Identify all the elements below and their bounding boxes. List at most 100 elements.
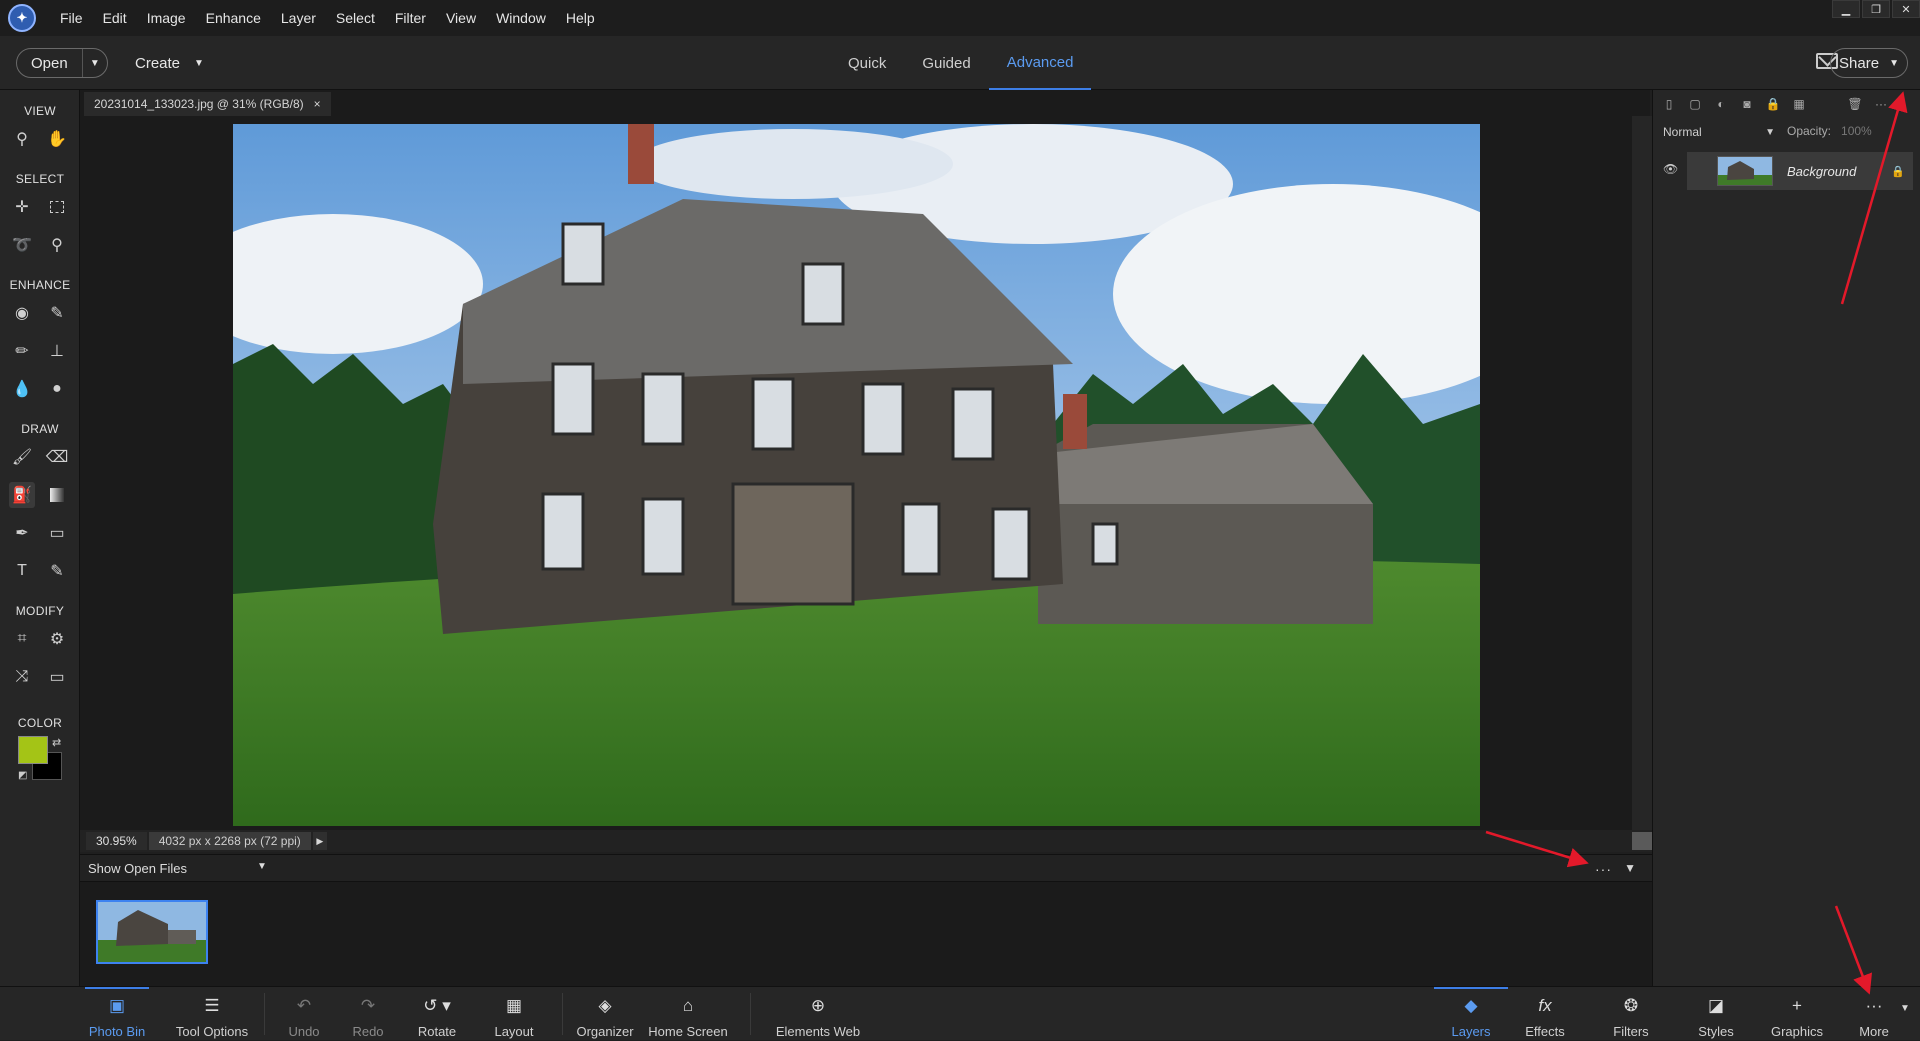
move-tool-icon[interactable]: ✛ — [9, 194, 35, 220]
shape-tool-icon[interactable]: ▭ — [44, 520, 70, 546]
graphics-button[interactable]: + Graphics — [1764, 987, 1830, 1041]
document-tab[interactable]: 20231014_133023.jpg @ 31% (RGB/8) × — [84, 92, 331, 116]
organizer-button[interactable]: ◈ Organizer — [572, 987, 638, 1041]
menu-enhance[interactable]: Enhance — [196, 10, 271, 26]
zoom-level[interactable]: 30.95% — [86, 832, 147, 850]
restore-button[interactable]: ❐ — [1862, 0, 1890, 18]
content-aware-move-tool-icon[interactable]: ⤨ — [9, 664, 35, 690]
tab-quick[interactable]: Quick — [830, 36, 904, 90]
create-label[interactable]: Create — [135, 55, 180, 72]
zoom-tool-icon[interactable]: ⚲ — [9, 126, 35, 152]
new-group-icon[interactable]: ▢ — [1687, 96, 1703, 112]
foreground-color-swatch[interactable] — [18, 736, 48, 764]
share-button[interactable]: Share ▼ — [1830, 48, 1908, 78]
chevron-down-icon[interactable]: ▼ — [1765, 127, 1775, 138]
share-label[interactable]: Share — [1839, 55, 1879, 72]
vertical-scrollbar[interactable] — [1632, 116, 1652, 830]
lock-icon[interactable]: 🔒 — [1891, 165, 1905, 178]
dodge-tool-icon[interactable]: ● — [44, 376, 70, 402]
default-colors-icon[interactable]: ◩ — [18, 770, 27, 781]
opacity-control[interactable]: Opacity: 100% — [1787, 124, 1872, 138]
smart-brush-tool-icon[interactable]: ✏ — [9, 338, 35, 364]
more-options-icon[interactable]: ··· — [1873, 96, 1889, 112]
menu-edit[interactable]: Edit — [93, 10, 137, 26]
show-open-files-label[interactable]: Show Open Files — [88, 861, 187, 876]
blur-tool-icon[interactable]: 💧 — [9, 376, 35, 402]
layers-label: Layers — [1451, 1024, 1491, 1039]
layer-mask-icon[interactable]: ◙ — [1739, 96, 1755, 112]
type-tool-icon[interactable]: T — [9, 558, 35, 584]
hand-tool-icon[interactable]: ✋ — [44, 126, 70, 152]
menu-image[interactable]: Image — [137, 10, 196, 26]
home-screen-button[interactable]: ⌂ Home Screen — [648, 987, 728, 1041]
straighten-tool-icon[interactable]: ▭ — [44, 664, 70, 690]
new-layer-icon[interactable]: ▯ — [1661, 96, 1677, 112]
blend-mode-value[interactable]: Normal — [1663, 125, 1702, 139]
chevron-down-icon[interactable]: ▼ — [194, 58, 204, 69]
elements-web-button[interactable]: ⊕ Elements Web — [772, 987, 864, 1041]
spot-healing-tool-icon[interactable]: ✎ — [44, 300, 70, 326]
effects-button[interactable]: fx Effects — [1518, 987, 1572, 1041]
lock-transparency-icon[interactable]: ▦ — [1791, 96, 1807, 112]
undo-button[interactable]: ↶ Undo — [282, 987, 326, 1041]
rotate-button[interactable]: ↺ ▾ Rotate — [412, 987, 462, 1041]
organizer-icon: ◈ — [598, 996, 612, 1015]
close-window-button[interactable]: ✕ — [1892, 0, 1920, 18]
menu-window[interactable]: Window — [486, 10, 556, 26]
red-eye-tool-icon[interactable]: ◉ — [9, 300, 35, 326]
chevron-down-icon[interactable]: ▼ — [1624, 861, 1636, 875]
chevron-right-icon[interactable]: ▶ — [312, 832, 327, 850]
menu-select[interactable]: Select — [326, 10, 385, 26]
redo-button[interactable]: ↷ Redo — [346, 987, 390, 1041]
layout-button[interactable]: ▦ Layout — [488, 987, 540, 1041]
layer-row[interactable]: Background 🔒 — [1687, 152, 1913, 190]
clone-stamp-tool-icon[interactable]: ⊥ — [44, 338, 70, 364]
menu-layer[interactable]: Layer — [271, 10, 326, 26]
close-icon[interactable]: × — [314, 97, 321, 111]
blend-mode-select[interactable]: Normal ▼ — [1663, 122, 1775, 142]
chevron-down-icon[interactable]: ▼ — [1889, 58, 1899, 69]
minimize-button[interactable]: ▁ — [1832, 0, 1860, 18]
open-button[interactable]: Open ▼ — [16, 48, 108, 78]
lock-all-icon[interactable]: 🔒 — [1765, 96, 1781, 112]
tab-advanced[interactable]: Advanced — [988, 36, 1092, 90]
chevron-down-icon[interactable]: ▼ — [257, 861, 267, 876]
delete-layer-icon[interactable]: 🗑 — [1847, 96, 1863, 112]
tab-guided[interactable]: Guided — [904, 36, 988, 90]
menu-view[interactable]: View — [436, 10, 486, 26]
eraser-tool-icon[interactable]: ⌫ — [44, 444, 70, 470]
create-button[interactable]: Create ▼ — [135, 48, 204, 78]
layers-button[interactable]: ◆ Layers — [1434, 987, 1508, 1041]
styles-button[interactable]: ◪ Styles — [1688, 987, 1744, 1041]
recompose-tool-icon[interactable]: ⚙ — [44, 626, 70, 652]
layer-name[interactable]: Background — [1787, 164, 1856, 179]
menu-help[interactable]: Help — [556, 10, 605, 26]
gradient-tool-icon[interactable] — [44, 482, 70, 508]
lasso-tool-icon[interactable]: ➰ — [9, 232, 35, 258]
pencil-tool-icon[interactable]: ✎ — [44, 558, 70, 584]
visibility-eye-icon[interactable]: 👁 — [1663, 162, 1678, 176]
adjustment-layer-icon[interactable]: ◐ — [1713, 96, 1729, 112]
menu-file[interactable]: File — [50, 10, 93, 26]
swap-colors-icon[interactable]: ⇄ — [52, 736, 61, 749]
menu-filter[interactable]: Filter — [385, 10, 436, 26]
paint-bucket-tool-icon[interactable]: ⛽ — [9, 482, 35, 508]
more-button[interactable]: ··· More — [1848, 987, 1900, 1041]
opacity-value[interactable]: 100% — [1841, 124, 1872, 138]
open-label[interactable]: Open — [17, 49, 83, 77]
filters-button[interactable]: ❂ Filters — [1598, 987, 1664, 1041]
more-options-icon[interactable]: ··· — [1595, 861, 1612, 877]
photo-bin-button[interactable]: ▣ Photo Bin — [85, 987, 149, 1041]
eyedropper-tool-icon[interactable]: ✒ — [9, 520, 35, 546]
photo-thumbnail[interactable] — [96, 900, 208, 964]
document-image[interactable] — [233, 124, 1480, 826]
crop-tool-icon[interactable]: ⌗ — [9, 626, 35, 652]
chevron-down-icon[interactable]: ▼ — [83, 58, 107, 69]
tool-options-button[interactable]: ☰ Tool Options — [170, 987, 254, 1041]
chevron-down-icon[interactable]: ▼ — [1900, 1003, 1910, 1014]
brush-tool-icon[interactable]: 🖌 — [9, 444, 35, 470]
marquee-tool-icon[interactable] — [44, 194, 70, 220]
show-open-files-dropdown[interactable]: Show Open Files ▼ — [88, 861, 267, 876]
magic-wand-tool-icon[interactable]: ⚲ — [44, 232, 70, 258]
canvas-area[interactable] — [80, 116, 1632, 830]
